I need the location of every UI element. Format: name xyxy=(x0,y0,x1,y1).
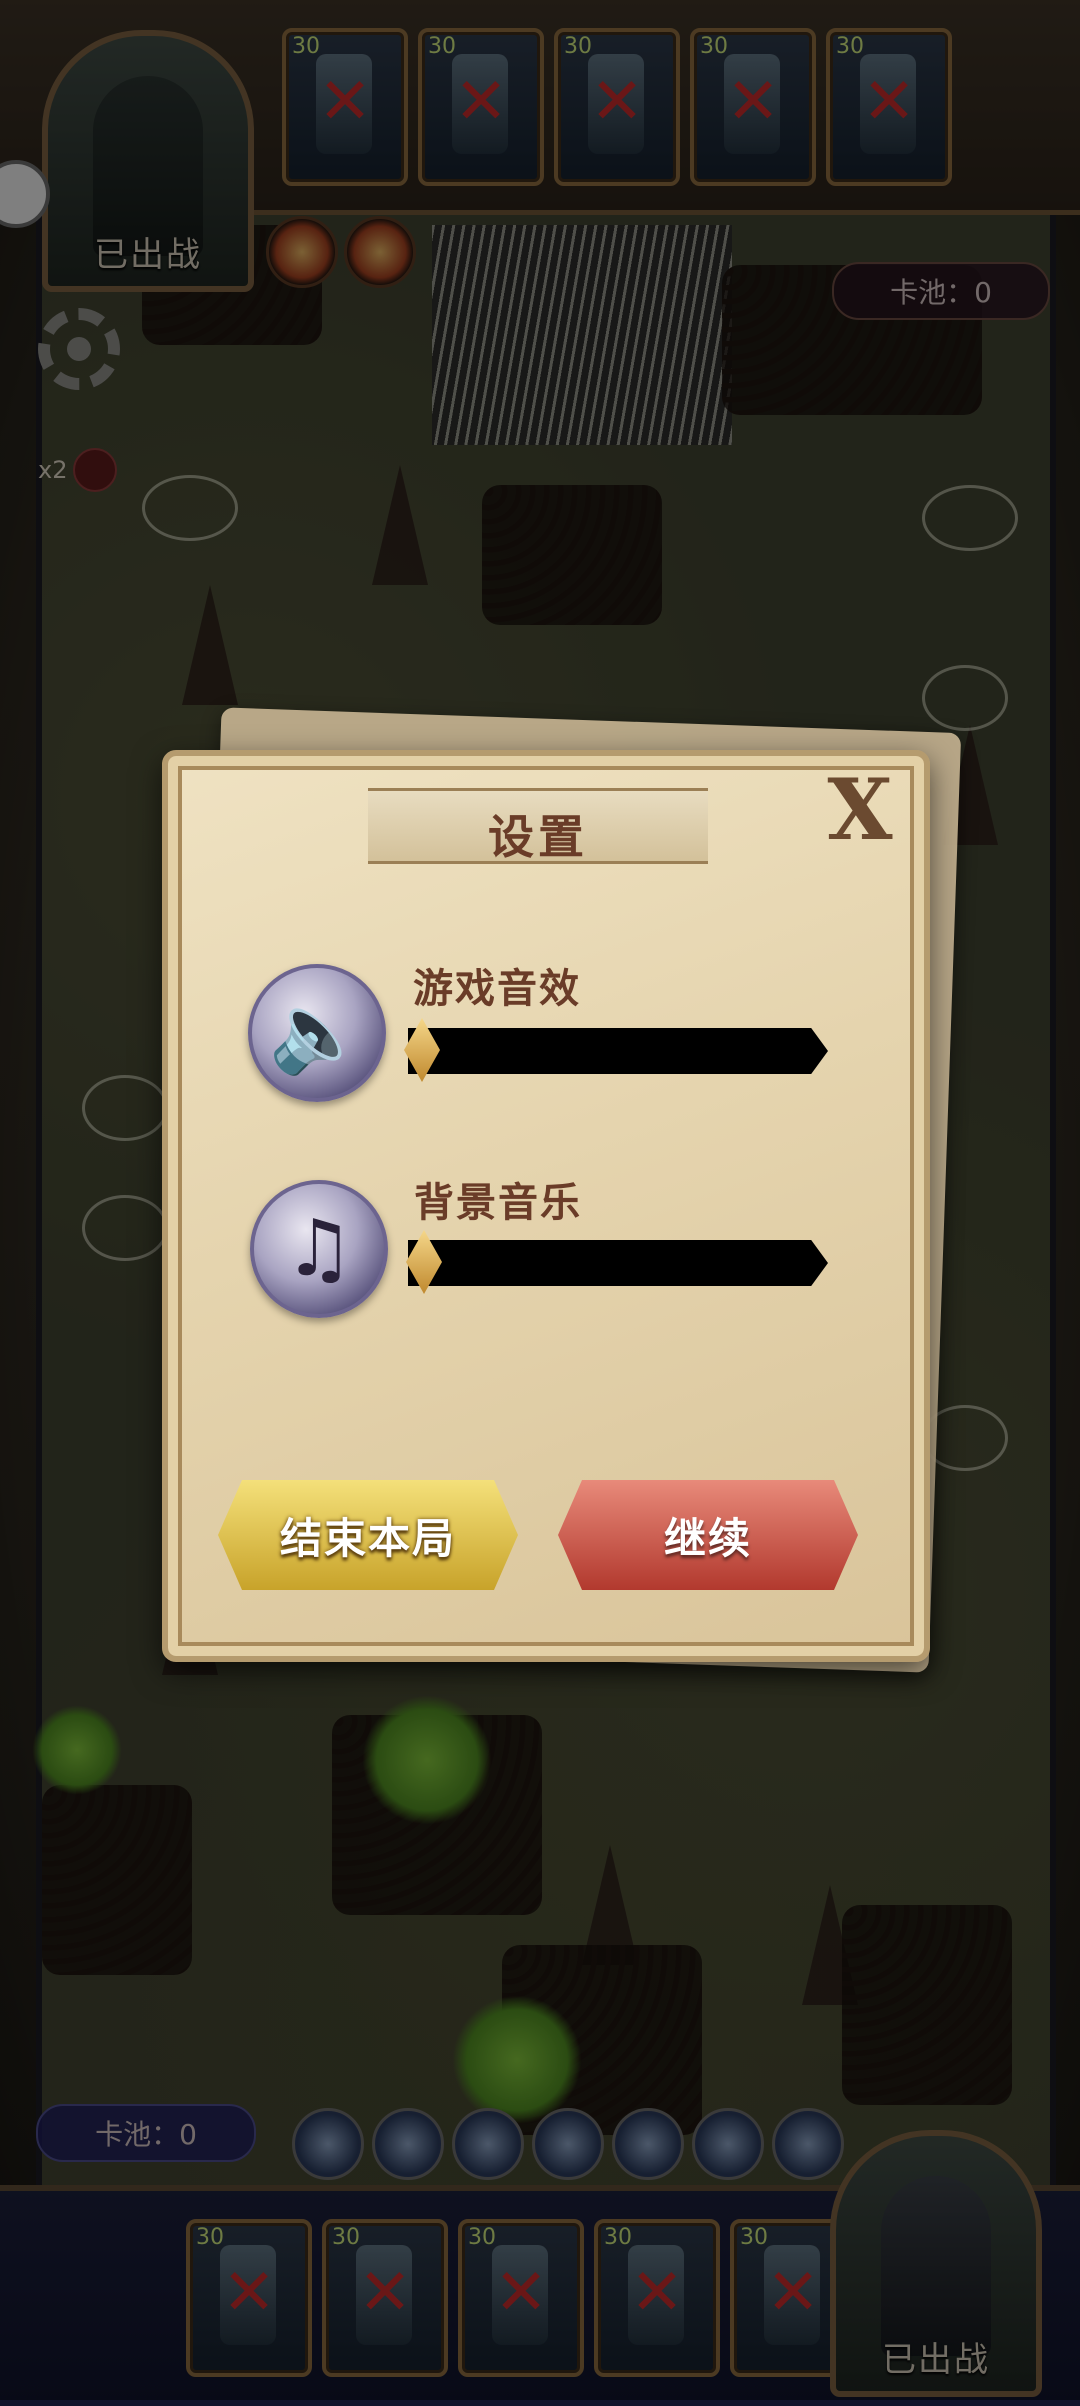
music-note-glyph: ♫ xyxy=(284,1204,354,1294)
close-button[interactable]: X xyxy=(820,768,900,852)
end-game-label: 结束本局 xyxy=(279,1513,456,1563)
sound-effects-slider[interactable] xyxy=(408,1028,828,1074)
settings-dialog: 设置 X 🔈 游戏音效 ♫ 背景音乐 结束本局 继续 xyxy=(162,750,930,1662)
speaker-icon: 🔈 xyxy=(248,964,386,1102)
music-label: 背景音乐 xyxy=(414,1180,582,1226)
continue-label: 继续 xyxy=(663,1513,752,1563)
music-note-icon: ♫ xyxy=(250,1180,388,1318)
continue-button[interactable]: 继续 xyxy=(558,1480,858,1590)
speaker-glyph: 🔈 xyxy=(268,987,366,1078)
dialog-title: 设置 xyxy=(488,810,588,864)
end-game-button[interactable]: 结束本局 xyxy=(218,1480,518,1590)
title-plate: 设置 xyxy=(368,788,708,864)
music-slider[interactable] xyxy=(408,1240,828,1286)
sound-effects-label: 游戏音效 xyxy=(413,966,581,1012)
